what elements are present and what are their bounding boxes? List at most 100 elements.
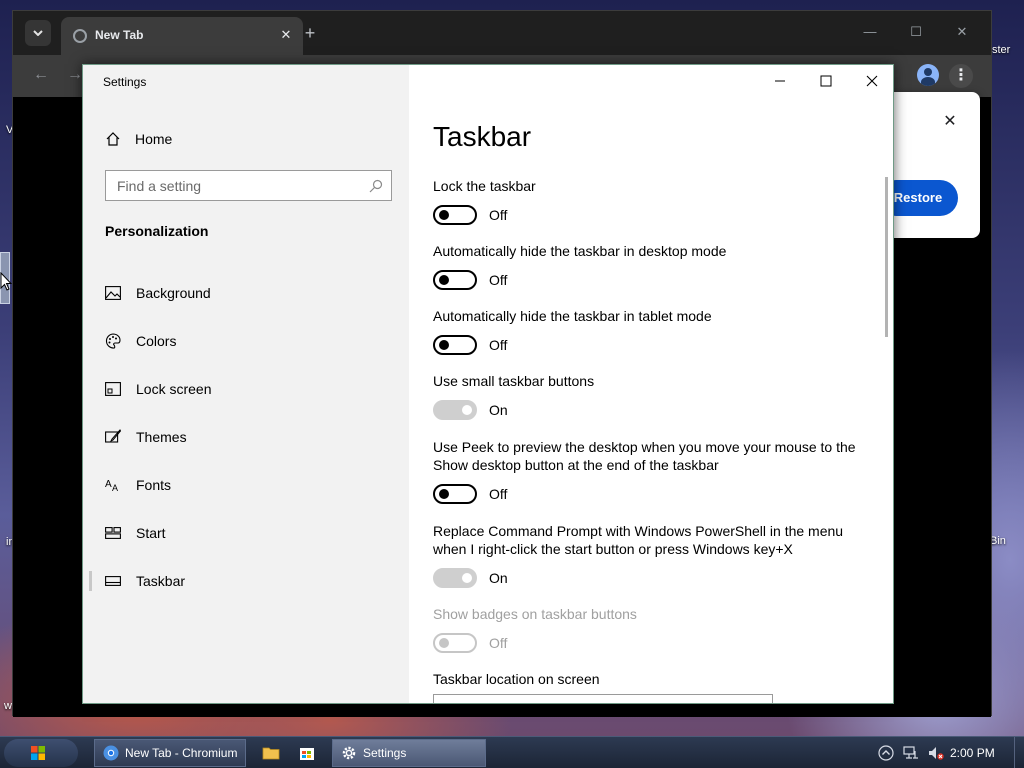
sidebar-item-start[interactable]: Start [83, 509, 409, 557]
maximize-icon [820, 75, 832, 87]
chevron-down-icon [33, 30, 43, 36]
settings-window: Settings Home Personalization Background [82, 64, 894, 704]
setting-autohide-desktop: Automatically hide the taskbar in deskto… [433, 242, 873, 290]
close-icon[interactable]: ✕ [947, 21, 977, 43]
start-icon [105, 525, 121, 541]
sidebar-item-lock-screen[interactable]: Lock screen [83, 365, 409, 413]
sidebar-item-colors[interactable]: Colors [83, 317, 409, 365]
close-button[interactable] [849, 65, 893, 97]
home-icon [106, 132, 120, 146]
toggle-switch[interactable] [433, 400, 477, 420]
themes-icon [105, 429, 121, 445]
setting-peek: Use Peek to preview the desktop when you… [433, 438, 873, 504]
windows-logo-icon [31, 746, 45, 760]
toggle-state: Off [489, 486, 508, 502]
profile-avatar-icon[interactable] [917, 64, 939, 86]
setting-label: Lock the taskbar [433, 178, 536, 194]
minimize-icon[interactable]: — [855, 21, 885, 43]
setting-label: Taskbar location on screen [433, 671, 600, 687]
taskbar-item-settings[interactable]: Settings [332, 739, 486, 767]
taskbar-icon [105, 573, 121, 589]
toggle-state: Off [489, 207, 508, 223]
globe-icon [73, 29, 87, 43]
search-input[interactable] [106, 171, 391, 200]
sidebar-item-label: Colors [136, 333, 177, 349]
desktop-icon-label[interactable]: ster [992, 44, 1010, 56]
window-title: Settings [103, 75, 147, 89]
toggle-switch[interactable] [433, 335, 477, 355]
svg-text:A: A [112, 483, 118, 492]
gear-icon [342, 746, 356, 760]
toggle-state: On [489, 570, 508, 586]
minimize-icon [775, 80, 785, 82]
setting-label: Automatically hide the taskbar in tablet… [433, 308, 712, 324]
sidebar-item-taskbar[interactable]: Taskbar [83, 557, 409, 605]
setting-autohide-tablet: Automatically hide the taskbar in tablet… [433, 307, 873, 355]
window-controls [757, 65, 893, 97]
system-tray [878, 745, 953, 761]
mouse-cursor-icon [0, 272, 12, 291]
search-box [105, 170, 392, 201]
setting-small-buttons: Use small taskbar buttons On [433, 372, 873, 420]
setting-location: Taskbar location on screen [433, 670, 873, 688]
sidebar-item-label: Background [136, 285, 211, 301]
tab-close-icon[interactable]: ✕ [277, 26, 295, 44]
sidebar-item-label: Home [135, 131, 173, 147]
svg-text:A: A [105, 479, 112, 490]
toggle-switch[interactable] [433, 270, 477, 290]
taskbar-item-label: Settings [363, 746, 407, 760]
tab-search-button[interactable] [25, 20, 51, 46]
sidebar-item-label: Themes [136, 429, 187, 445]
sidebar-item-label: Fonts [136, 477, 172, 493]
scrollbar-thumb[interactable] [885, 177, 888, 337]
sidebar-item-home[interactable]: Home [105, 129, 172, 149]
back-arrow-icon[interactable]: ← [31, 65, 51, 85]
sidebar-item-background[interactable]: Background [83, 269, 409, 317]
setting-badges: Show badges on taskbar buttons Off [433, 605, 873, 653]
minimize-button[interactable] [757, 65, 803, 97]
desktop-icon-label[interactable]: Bin [990, 535, 1006, 547]
settings-sidebar: Settings Home Personalization Background [83, 65, 409, 703]
setting-label: Use small taskbar buttons [433, 373, 595, 389]
taskbar-item-chromium[interactable]: New Tab - Chromium [94, 739, 246, 767]
fonts-icon: AA [105, 477, 121, 493]
taskbar-item-label: New Tab - Chromium [125, 746, 238, 760]
chromium-tabstrip: New Tab ✕ + — ☐ ✕ [13, 11, 991, 55]
show-desktop-button[interactable] [1014, 737, 1024, 768]
toggle-switch[interactable] [433, 484, 477, 504]
palette-icon [105, 333, 121, 349]
maximize-icon[interactable]: ☐ [901, 21, 931, 43]
taskbar-location-dropdown[interactable] [433, 694, 773, 703]
toggle-switch [433, 633, 477, 653]
chromium-tab[interactable]: New Tab ✕ [61, 17, 303, 55]
new-tab-button[interactable]: + [299, 23, 321, 45]
sidebar-item-themes[interactable]: Themes [83, 413, 409, 461]
image-icon [105, 285, 121, 301]
toggle-switch[interactable] [433, 205, 477, 225]
more-menu-icon[interactable]: ⋮ [949, 64, 973, 88]
sidebar-item-label: Taskbar [136, 573, 186, 589]
volume-muted-icon[interactable] [928, 745, 944, 761]
maximize-button[interactable] [803, 65, 849, 97]
file-explorer-icon[interactable] [262, 744, 280, 762]
search-icon[interactable] [369, 179, 383, 193]
tab-title: New Tab [95, 28, 144, 42]
popup-close-icon[interactable]: ✕ [940, 112, 960, 132]
start-button[interactable] [4, 739, 78, 767]
section-heading: Personalization [105, 223, 209, 239]
network-icon[interactable] [903, 745, 919, 761]
taskbar-clock[interactable]: 2:00 PM [950, 746, 995, 760]
setting-label: Automatically hide the taskbar in deskto… [433, 243, 727, 259]
show-hidden-icons-icon[interactable] [878, 745, 894, 761]
toggle-state: Off [489, 635, 508, 651]
desktop-icon-label[interactable]: w [4, 700, 12, 712]
sidebar-item-fonts[interactable]: AA Fonts [83, 461, 409, 509]
setting-label: Show badges on taskbar buttons [433, 606, 637, 622]
toggle-switch[interactable] [433, 568, 477, 588]
toggle-state: Off [489, 337, 508, 353]
settings-nav-list: Background Colors Lock screen Themes A A… [83, 269, 409, 605]
page-title: Taskbar [433, 121, 532, 152]
store-icon[interactable] [298, 744, 316, 762]
close-icon [866, 75, 878, 87]
setting-label: Replace Command Prompt with Windows Powe… [433, 523, 844, 557]
